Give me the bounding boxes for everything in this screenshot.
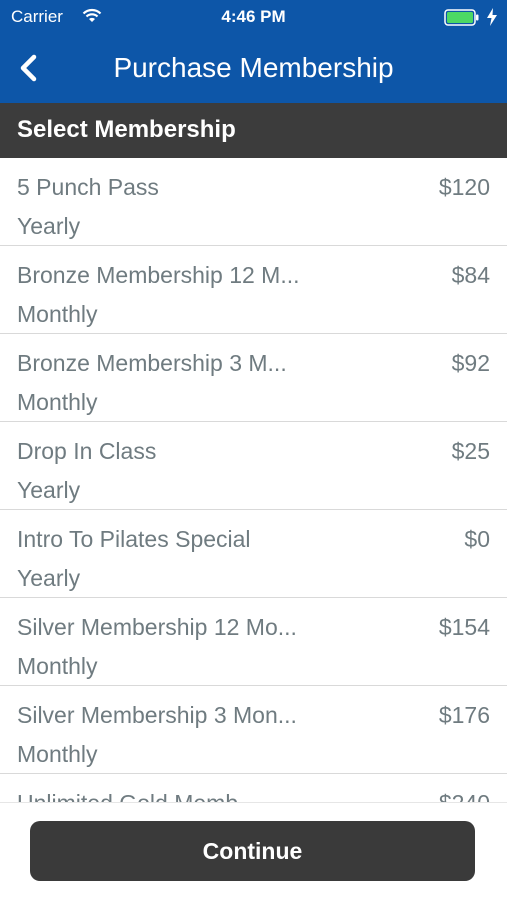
list-item[interactable]: Drop In Class $25 Yearly <box>0 422 507 510</box>
membership-period: Monthly <box>17 741 98 767</box>
membership-period: Monthly <box>17 389 98 415</box>
battery-icon <box>444 9 480 26</box>
membership-period: Yearly <box>17 477 81 503</box>
nav-bar: Purchase Membership <box>0 36 507 103</box>
membership-name: Silver Membership 12 Mo... <box>17 614 297 640</box>
membership-price: $176 <box>438 702 490 728</box>
membership-name: Silver Membership 3 Mon... <box>17 702 297 728</box>
membership-price: $84 <box>451 262 490 288</box>
list-item[interactable]: Bronze Membership 12 M... $84 Monthly <box>0 246 507 334</box>
membership-price: $92 <box>451 350 490 376</box>
clock: 4:46 PM <box>221 7 286 26</box>
membership-period: Monthly <box>17 653 98 679</box>
membership-list[interactable]: 5 Punch Pass $120 Yearly Bronze Membersh… <box>0 158 507 802</box>
section-title: Select Membership <box>17 116 236 143</box>
membership-name: Bronze Membership 3 M... <box>17 350 287 376</box>
section-header: Select Membership <box>0 103 507 158</box>
list-item[interactable]: Silver Membership 3 Mon... $176 Monthly <box>0 686 507 774</box>
footer: Continue <box>0 802 507 901</box>
membership-period: Yearly <box>17 213 81 239</box>
membership-name: Unlimited Gold Memb... <box>17 790 257 802</box>
list-item[interactable]: Silver Membership 12 Mo... $154 Monthly <box>0 598 507 686</box>
page-title: Purchase Membership <box>113 52 394 83</box>
status-bar: Carrier 4:46 PM <box>0 0 507 36</box>
membership-period: Yearly <box>17 565 81 591</box>
list-item[interactable]: Intro To Pilates Special $0 Yearly <box>0 510 507 598</box>
membership-price: $25 <box>451 438 490 464</box>
membership-name: Intro To Pilates Special <box>17 526 251 552</box>
membership-price: $0 <box>464 526 490 552</box>
membership-price: $154 <box>438 614 490 640</box>
list-item[interactable]: 5 Punch Pass $120 Yearly <box>0 158 507 246</box>
bolt-icon <box>486 8 498 31</box>
top-bar: Carrier 4:46 PM Purchase Membership <box>0 0 507 103</box>
membership-price: $120 <box>438 174 490 200</box>
membership-name: Bronze Membership 12 M... <box>17 262 300 288</box>
membership-name: Drop In Class <box>17 438 157 464</box>
list-item[interactable]: Bronze Membership 3 M... $92 Monthly <box>0 334 507 422</box>
membership-price: $240 <box>439 790 490 802</box>
list-item[interactable]: Unlimited Gold Memb... $240 <box>0 774 507 802</box>
continue-button[interactable]: Continue <box>30 821 475 881</box>
membership-name: 5 Punch Pass <box>17 174 159 200</box>
membership-period: Monthly <box>17 301 98 327</box>
